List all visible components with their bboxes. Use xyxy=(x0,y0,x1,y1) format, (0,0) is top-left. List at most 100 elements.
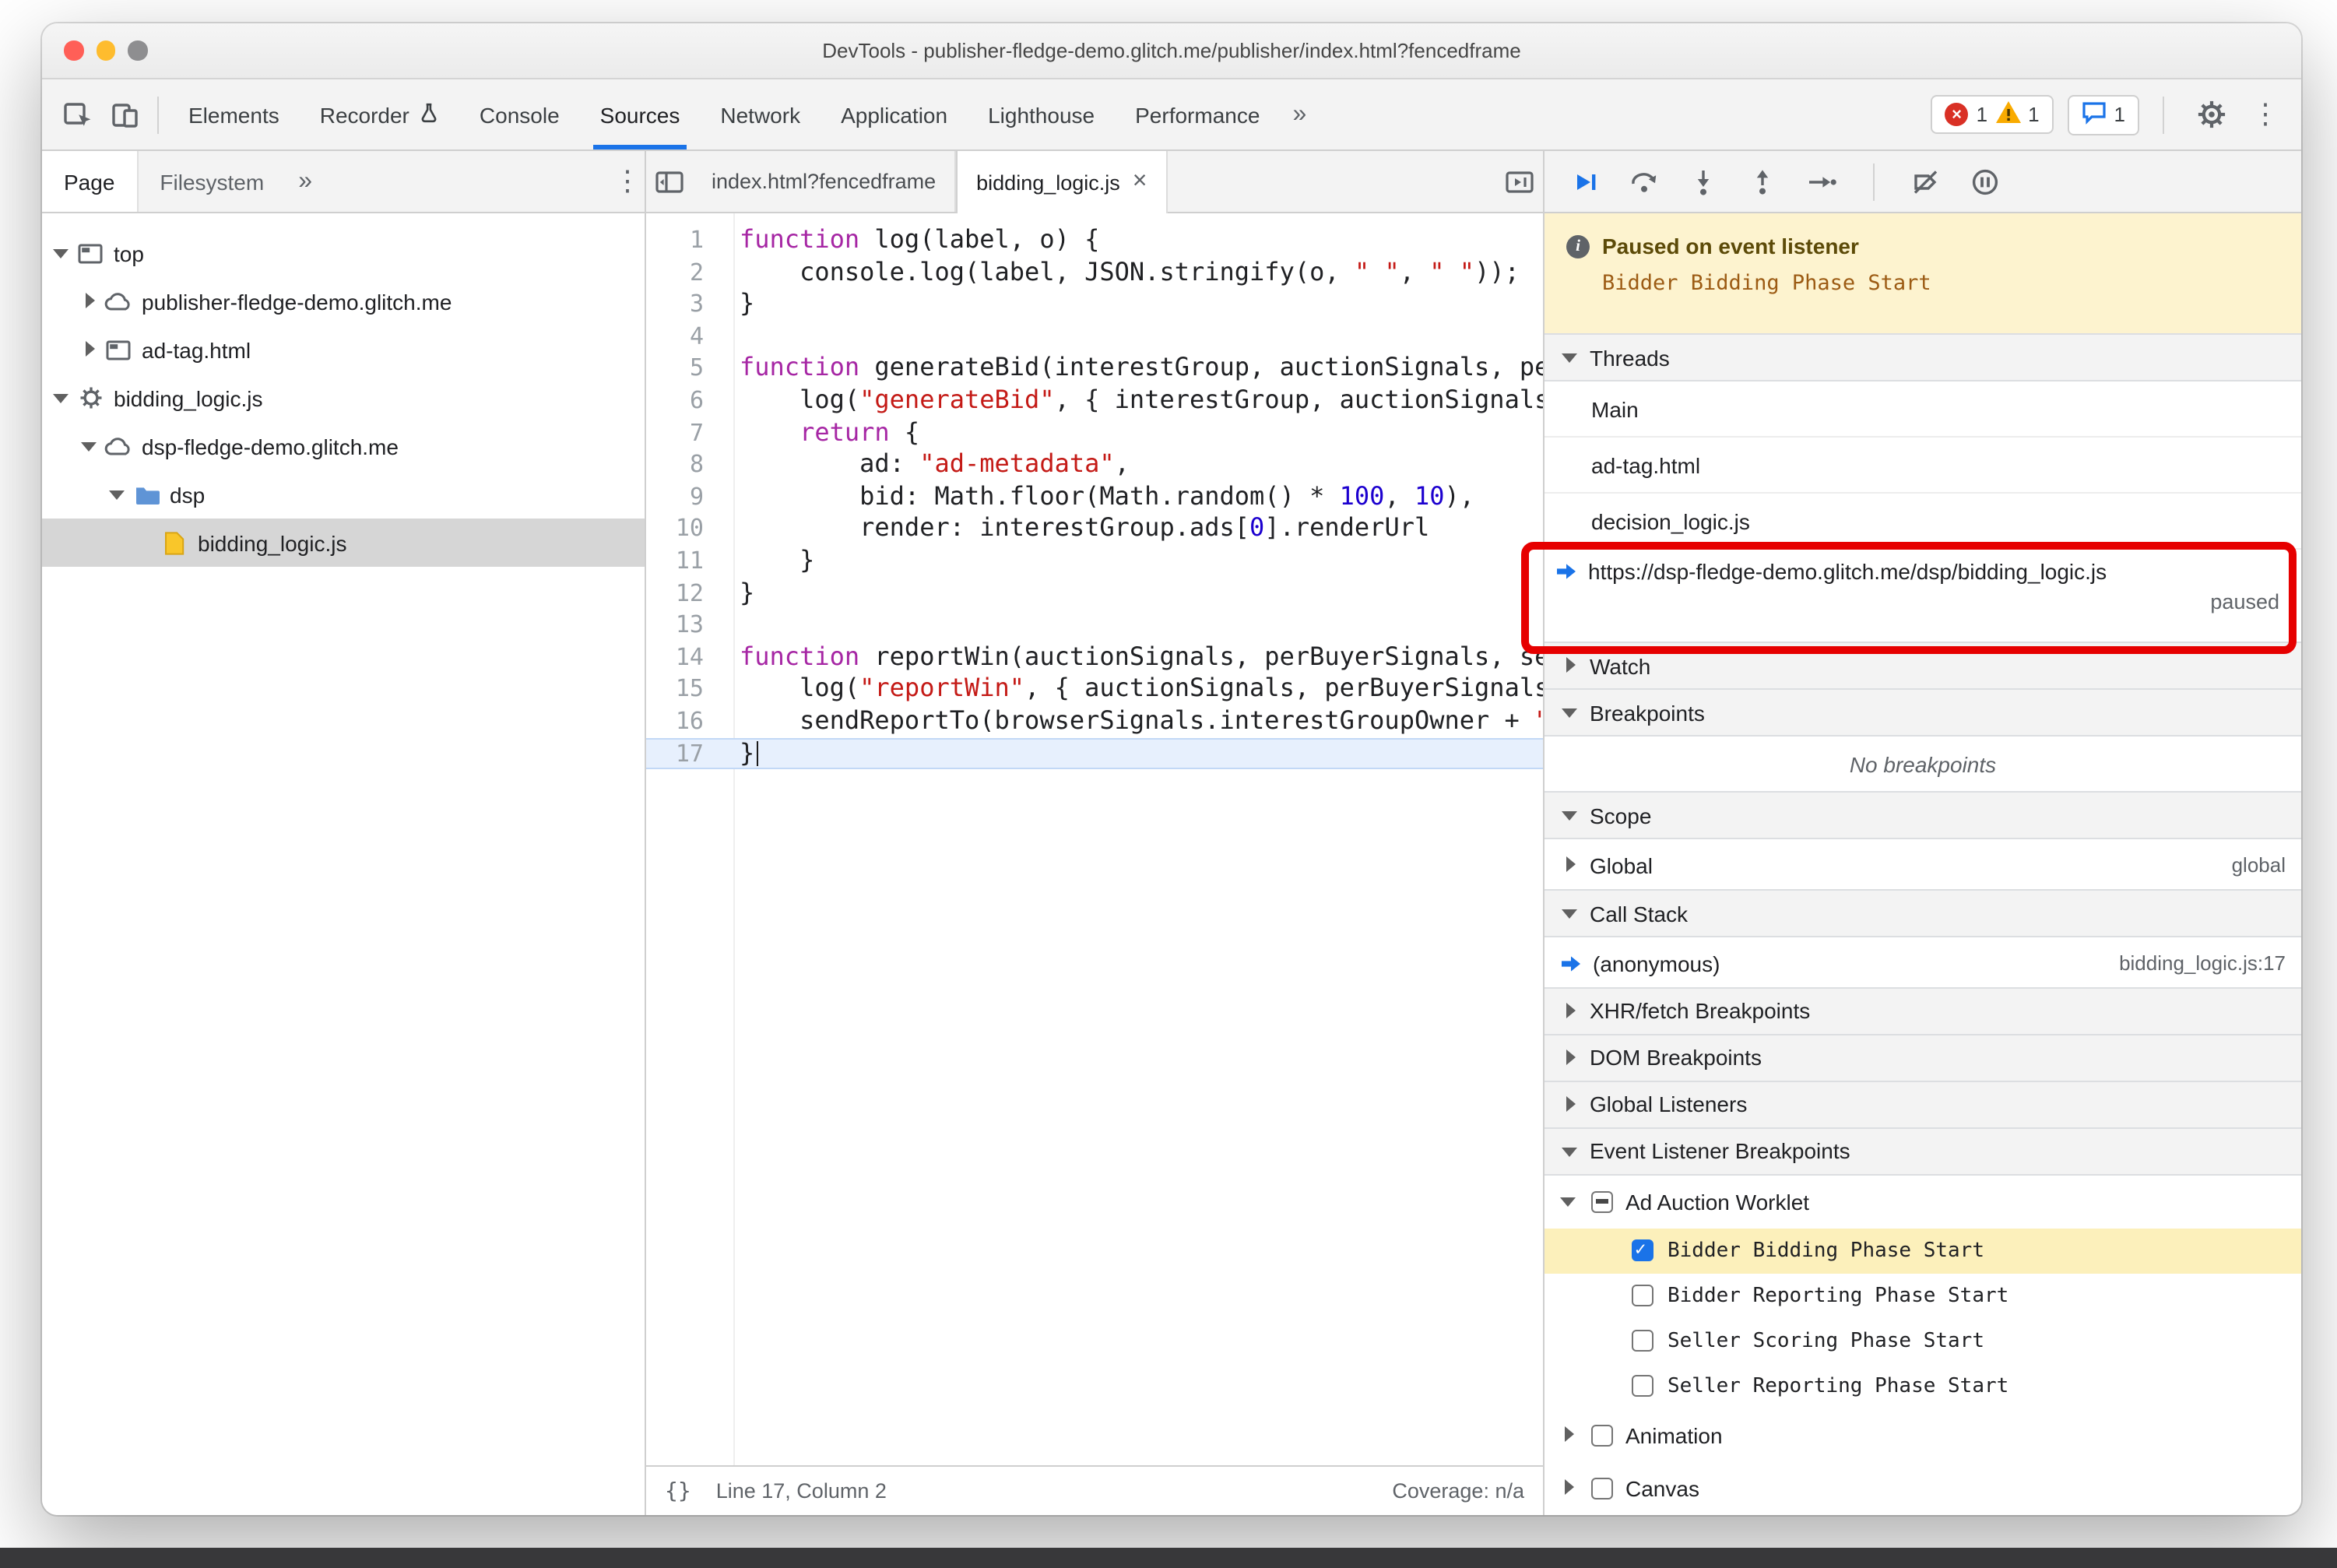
line-number[interactable]: 14 xyxy=(646,641,719,673)
twisty-icon[interactable] xyxy=(79,436,100,456)
issues-badge[interactable]: 1 xyxy=(2067,94,2139,135)
file-tree-item[interactable]: ad-tag.html xyxy=(42,325,645,374)
file-tree-item[interactable]: top xyxy=(42,229,645,277)
line-number[interactable]: 6 xyxy=(646,385,719,417)
scope-global-row[interactable]: Global global xyxy=(1545,840,2301,891)
section-event-listener-breakpoints[interactable]: Event Listener Breakpoints xyxy=(1545,1127,2301,1176)
checkbox[interactable] xyxy=(1591,1424,1613,1447)
step-out-icon[interactable] xyxy=(1745,164,1780,199)
line-number[interactable]: 1 xyxy=(646,224,719,256)
section-title: Global Listeners xyxy=(1590,1092,1748,1117)
section-global-listeners[interactable]: Global Listeners xyxy=(1545,1080,2301,1129)
inspect-icon[interactable] xyxy=(54,91,101,138)
step-icon[interactable] xyxy=(1805,164,1839,199)
file-tree-item[interactable]: dsp xyxy=(42,470,645,519)
section-call-stack[interactable]: Call Stack xyxy=(1545,889,2301,938)
close-window-button[interactable] xyxy=(64,40,83,61)
twisty-icon[interactable] xyxy=(51,388,72,408)
elb-event[interactable]: Bidder Reporting Phase Start xyxy=(1545,1274,2301,1319)
settings-gear-icon[interactable] xyxy=(2188,91,2234,138)
line-number[interactable]: 16 xyxy=(646,705,719,737)
toolbar-tab-application[interactable]: Application xyxy=(821,79,968,149)
line-number[interactable]: 2 xyxy=(646,256,719,288)
line-number[interactable]: 12 xyxy=(646,577,719,609)
twisty-icon[interactable] xyxy=(1559,1192,1579,1212)
file-tree-item[interactable]: bidding_logic.js xyxy=(42,519,645,567)
errors-warnings-badge[interactable]: 1 1 xyxy=(1931,95,2054,134)
elb-event[interactable]: Seller Scoring Phase Start xyxy=(1545,1319,2301,1364)
line-number[interactable]: 10 xyxy=(646,513,719,545)
checkbox[interactable] xyxy=(1591,1477,1613,1499)
open-file-navigation-icon[interactable] xyxy=(1496,158,1543,205)
elb-category-animation[interactable]: Animation xyxy=(1545,1409,2301,1462)
step-into-icon[interactable] xyxy=(1686,164,1720,199)
line-number[interactable]: 13 xyxy=(646,609,719,641)
tab-page[interactable]: Page xyxy=(42,151,139,212)
line-number[interactable]: 17 xyxy=(646,737,719,769)
editor-tab-index-html[interactable]: index.html?fencedframe xyxy=(693,151,957,212)
code-editor[interactable]: 1 function log(label, o) {2 console.log(l… xyxy=(646,213,1543,1465)
twisty-icon[interactable] xyxy=(1559,1478,1579,1499)
resume-script-icon[interactable] xyxy=(1568,164,1602,199)
close-tab-icon[interactable]: × xyxy=(1133,169,1147,195)
elb-event[interactable]: Bidder Bidding Phase Start xyxy=(1545,1228,2301,1274)
line-number[interactable]: 7 xyxy=(646,417,719,448)
file-tree-item[interactable]: publisher-fledge-demo.glitch.me xyxy=(42,277,645,325)
toolbar-tab-lighthouse[interactable]: Lighthouse xyxy=(968,79,1115,149)
toolbar-tab-sources[interactable]: Sources xyxy=(580,79,701,149)
elb-event[interactable]: Seller Reporting Phase Start xyxy=(1545,1364,2301,1409)
minimize-window-button[interactable] xyxy=(96,40,115,61)
line-number[interactable]: 4 xyxy=(646,321,719,353)
toolbar-tab-elements[interactable]: Elements xyxy=(168,79,300,149)
section-watch[interactable]: Watch xyxy=(1545,642,2301,690)
step-over-icon[interactable] xyxy=(1627,164,1661,199)
thread-item-current[interactable]: https://dsp-fledge-demo.glitch.me/dsp/bi… xyxy=(1545,550,2301,643)
elb-category-canvas[interactable]: Canvas xyxy=(1545,1462,2301,1515)
section-scope[interactable]: Scope xyxy=(1545,791,2301,840)
deactivate-breakpoints-icon[interactable] xyxy=(1909,164,1943,199)
toolbar-tab-recorder[interactable]: Recorder xyxy=(300,79,459,149)
twisty-icon[interactable] xyxy=(51,243,72,263)
line-number[interactable]: 5 xyxy=(646,353,719,385)
checkbox[interactable] xyxy=(1632,1285,1653,1307)
elb-category-ad-auction-worklet[interactable]: Ad Auction Worklet xyxy=(1545,1176,2301,1229)
checkbox[interactable] xyxy=(1632,1375,1653,1397)
section-breakpoints[interactable]: Breakpoints xyxy=(1545,688,2301,737)
checkbox[interactable] xyxy=(1632,1238,1653,1262)
twisty-icon[interactable] xyxy=(79,339,100,360)
line-number[interactable]: 9 xyxy=(646,481,719,513)
file-tree-item[interactable]: bidding_logic.js xyxy=(42,374,645,422)
hide-navigator-icon[interactable] xyxy=(646,158,693,205)
line-number[interactable]: 11 xyxy=(646,545,719,577)
checkbox[interactable] xyxy=(1632,1330,1653,1352)
zoom-window-button[interactable] xyxy=(128,40,147,61)
toolbar-tab-console[interactable]: Console xyxy=(459,79,580,149)
more-panels-icon[interactable]: » xyxy=(1280,100,1319,128)
more-navigator-tabs-icon[interactable]: » xyxy=(286,167,325,195)
call-stack-frame[interactable]: (anonymous) bidding_logic.js:17 xyxy=(1545,937,2301,989)
editor-tab-bidding-logic[interactable]: bidding_logic.js × xyxy=(956,151,1168,213)
device-toolbar-icon[interactable] xyxy=(101,91,148,138)
toolbar-tab-performance[interactable]: Performance xyxy=(1115,79,1280,149)
section-threads[interactable]: Threads xyxy=(1545,333,2301,381)
kebab-menu-icon[interactable]: ⋮ xyxy=(2248,91,2283,138)
pretty-print-icon[interactable]: {} xyxy=(665,1478,691,1503)
checkbox[interactable] xyxy=(1591,1190,1613,1213)
line-number[interactable]: 3 xyxy=(646,288,719,320)
section-dom-breakpoints[interactable]: DOM Breakpoints xyxy=(1545,1033,2301,1082)
twisty-icon[interactable] xyxy=(1560,856,1580,876)
tab-filesystem[interactable]: Filesystem xyxy=(138,151,286,212)
thread-item[interactable]: decision_logic.js xyxy=(1545,494,2301,550)
file-tree-item[interactable]: dsp-fledge-demo.glitch.me xyxy=(42,422,645,470)
navigator-kebab-icon[interactable]: ⋮ xyxy=(610,165,645,198)
thread-item[interactable]: Main xyxy=(1545,381,2301,438)
thread-item[interactable]: ad-tag.html xyxy=(1545,438,2301,494)
twisty-icon[interactable] xyxy=(79,291,100,311)
line-number[interactable]: 15 xyxy=(646,673,719,705)
twisty-icon[interactable] xyxy=(1559,1426,1579,1446)
pause-on-exceptions-icon[interactable] xyxy=(1968,164,2002,199)
twisty-icon[interactable] xyxy=(107,484,128,505)
toolbar-tab-network[interactable]: Network xyxy=(700,79,821,149)
line-number[interactable]: 8 xyxy=(646,448,719,480)
section-xhr-breakpoints[interactable]: XHR/fetch Breakpoints xyxy=(1545,986,2301,1035)
